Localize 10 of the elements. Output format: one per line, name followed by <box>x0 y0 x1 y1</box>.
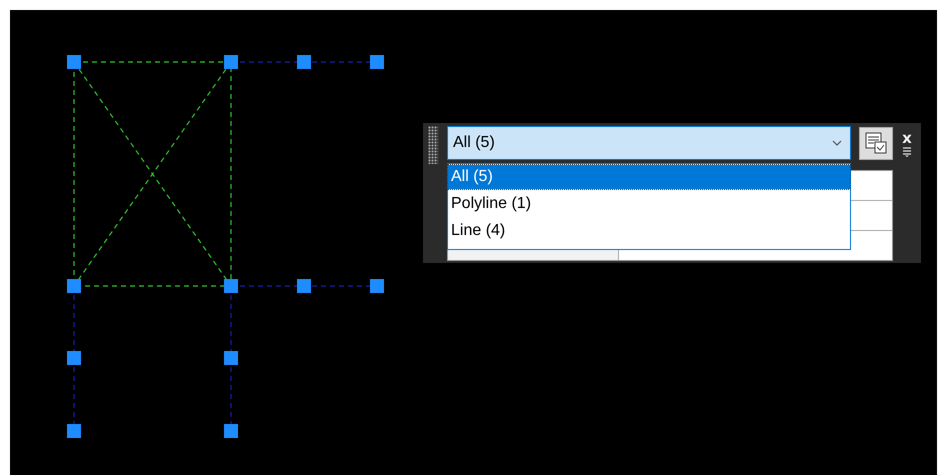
dropdown-option[interactable]: Line (4) <box>448 219 850 243</box>
chevron-icon <box>832 140 842 146</box>
quick-select-button[interactable] <box>859 126 893 160</box>
dropdown-option[interactable]: Polyline (1) <box>448 192 850 216</box>
selection-dropdown[interactable]: All (5) <box>447 126 851 160</box>
grab-handle[interactable] <box>428 126 438 164</box>
dropdown-option[interactable]: All (5) <box>448 165 850 189</box>
close-button[interactable]: x <box>902 131 912 145</box>
menu-icon[interactable] <box>902 147 912 157</box>
quick-select-icon <box>864 131 888 155</box>
